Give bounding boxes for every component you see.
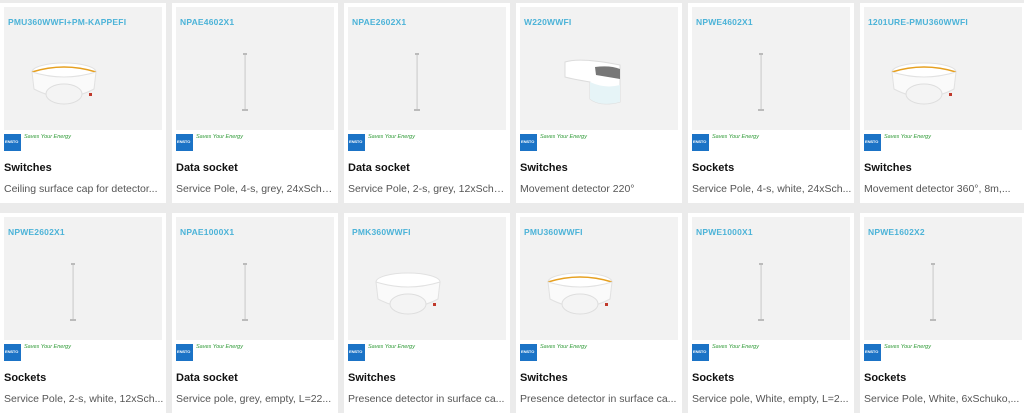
brand-slogan: Saves Your Energy bbox=[368, 344, 415, 350]
brand-slogan: Saves Your Energy bbox=[540, 344, 587, 350]
product-thumbnail[interactable]: NPWE4602X1 bbox=[692, 7, 850, 130]
product-card[interactable]: NPWE4602X1 ENSTO Saves Your Energy Sockets S… bbox=[688, 3, 854, 203]
product-thumbnail[interactable]: NPWE1000X1 bbox=[692, 217, 850, 340]
ensto-logo-text: ENSTO bbox=[693, 139, 707, 144]
product-category: Data socket bbox=[176, 372, 238, 384]
ensto-logo: ENSTO bbox=[520, 134, 537, 151]
brand-slogan: Saves Your Energy bbox=[368, 134, 415, 140]
product-card[interactable]: NPAE4602X1 ENSTO Saves Your Energy Data soc… bbox=[172, 3, 338, 203]
product-thumbnail[interactable]: NPWE1602X2 bbox=[864, 217, 1022, 340]
brand-slogan: Saves Your Energy bbox=[24, 134, 71, 140]
ensto-logo: ENSTO bbox=[520, 344, 537, 361]
product-card[interactable]: PMU360WWFI+PM-KAPPEFI ENSTO Saves Your Ene… bbox=[0, 3, 166, 203]
product-code: NPAE2602X1 bbox=[352, 17, 407, 27]
product-category: Switches bbox=[864, 162, 912, 174]
brand-slogan: Saves Your Energy bbox=[712, 344, 759, 350]
product-description: Service pole, White, empty, L=2... bbox=[692, 393, 849, 405]
product-code: W220WWFI bbox=[524, 17, 572, 27]
product-description: Service Pole, White, 6xSchuko,... bbox=[864, 393, 1020, 405]
brand-slogan: Saves Your Energy bbox=[196, 134, 243, 140]
brand-slogan: Saves Your Energy bbox=[24, 344, 71, 350]
product-description: Service Pole, 4-s, white, 24xSch... bbox=[692, 183, 852, 195]
ensto-logo: ENSTO bbox=[692, 344, 709, 361]
product-thumbnail[interactable]: PMU360WWFI bbox=[520, 217, 678, 340]
product-thumbnail[interactable]: NPAE1000X1 bbox=[176, 217, 334, 340]
ensto-logo-text: ENSTO bbox=[5, 139, 19, 144]
product-category: Switches bbox=[348, 372, 396, 384]
product-description: Movement detector 220° bbox=[520, 183, 635, 195]
product-code: NPWE2602X1 bbox=[8, 227, 65, 237]
product-thumbnail[interactable]: PMU360WWFI+PM-KAPPEFI bbox=[4, 7, 162, 130]
product-category: Data socket bbox=[176, 162, 238, 174]
product-grid: PMU360WWFI+PM-KAPPEFI ENSTO Saves Your Ene… bbox=[0, 0, 1024, 413]
product-card[interactable]: NPWE1000X1 ENSTO Saves Your Energy Sockets S… bbox=[688, 213, 854, 413]
ensto-logo-text: ENSTO bbox=[349, 349, 363, 354]
ensto-logo-text: ENSTO bbox=[521, 139, 535, 144]
product-code: PMU360WWFI bbox=[524, 227, 583, 237]
product-code: PMU360WWFI+PM-KAPPEFI bbox=[8, 17, 127, 27]
product-category: Sockets bbox=[4, 372, 47, 384]
product-code: NPAE1000X1 bbox=[180, 227, 235, 237]
ensto-logo: ENSTO bbox=[864, 134, 881, 151]
product-code: 1201URE-PMU360WWFI bbox=[868, 17, 968, 27]
product-category: Switches bbox=[4, 162, 52, 174]
product-card[interactable]: NPWE1602X2 ENSTO Saves Your Energy Sockets S… bbox=[860, 213, 1024, 413]
ensto-logo: ENSTO bbox=[348, 344, 365, 361]
ensto-logo: ENSTO bbox=[864, 344, 881, 361]
ensto-logo-text: ENSTO bbox=[349, 139, 363, 144]
product-card[interactable]: NPAE2602X1 ENSTO Saves Your Energy Data soc… bbox=[344, 3, 510, 203]
product-description: Presence detector in surface ca... bbox=[520, 393, 677, 405]
ensto-logo-text: ENSTO bbox=[177, 139, 191, 144]
product-description: Service Pole, 2-s, white, 12xSch... bbox=[4, 393, 164, 405]
product-category: Sockets bbox=[864, 372, 907, 384]
product-card[interactable]: NPAE1000X1 ENSTO Saves Your Energy Data soc… bbox=[172, 213, 338, 413]
product-thumbnail[interactable]: NPAE2602X1 bbox=[348, 7, 506, 130]
product-category: Switches bbox=[520, 162, 568, 174]
product-category: Data socket bbox=[348, 162, 410, 174]
product-card[interactable]: PMU360WWFI ENSTO Saves Your Energy Switches… bbox=[516, 213, 682, 413]
product-thumbnail[interactable]: PMK360WWFI bbox=[348, 217, 506, 340]
ensto-logo: ENSTO bbox=[4, 344, 21, 361]
product-code: NPWE1000X1 bbox=[696, 227, 753, 237]
product-card[interactable]: PMK360WWFI ENSTO Saves Your Energy Switches… bbox=[344, 213, 510, 413]
product-code: PMK360WWFI bbox=[352, 227, 411, 237]
ensto-logo: ENSTO bbox=[692, 134, 709, 151]
brand-slogan: Saves Your Energy bbox=[884, 134, 931, 140]
product-thumbnail[interactable]: 1201URE-PMU360WWFI bbox=[864, 7, 1022, 130]
product-category: Switches bbox=[520, 372, 568, 384]
product-description: Service Pole, 2-s, grey, 12xSchu... bbox=[348, 183, 508, 195]
ensto-logo-text: ENSTO bbox=[865, 139, 879, 144]
ensto-logo: ENSTO bbox=[176, 344, 193, 361]
product-description: Ceiling surface cap for detector... bbox=[4, 183, 158, 195]
ensto-logo: ENSTO bbox=[348, 134, 365, 151]
product-card[interactable]: W220WWFI ENSTO Saves Your Energy Switches Mo… bbox=[516, 3, 682, 203]
product-description: Movement detector 360°, 8m,... bbox=[864, 183, 1011, 195]
ensto-logo-text: ENSTO bbox=[5, 349, 19, 354]
product-description: Presence detector in surface ca... bbox=[348, 393, 505, 405]
ensto-logo-text: ENSTO bbox=[693, 349, 707, 354]
product-code: NPWE1602X2 bbox=[868, 227, 925, 237]
product-thumbnail[interactable]: W220WWFI bbox=[520, 7, 678, 130]
product-thumbnail[interactable]: NPWE2602X1 bbox=[4, 217, 162, 340]
brand-slogan: Saves Your Energy bbox=[196, 344, 243, 350]
ensto-logo-text: ENSTO bbox=[521, 349, 535, 354]
product-category: Sockets bbox=[692, 162, 735, 174]
ensto-logo-text: ENSTO bbox=[865, 349, 879, 354]
brand-slogan: Saves Your Energy bbox=[712, 134, 759, 140]
ensto-logo: ENSTO bbox=[4, 134, 21, 151]
brand-slogan: Saves Your Energy bbox=[540, 134, 587, 140]
product-description: Service pole, grey, empty, L=22... bbox=[176, 393, 332, 405]
product-card[interactable]: NPWE2602X1 ENSTO Saves Your Energy Sockets S… bbox=[0, 213, 166, 413]
ensto-logo: ENSTO bbox=[176, 134, 193, 151]
product-code: NPWE4602X1 bbox=[696, 17, 753, 27]
product-description: Service Pole, 4-s, grey, 24xSchu... bbox=[176, 183, 336, 195]
product-thumbnail[interactable]: NPAE4602X1 bbox=[176, 7, 334, 130]
product-category: Sockets bbox=[692, 372, 735, 384]
ensto-logo-text: ENSTO bbox=[177, 349, 191, 354]
product-card[interactable]: 1201URE-PMU360WWFI ENSTO Saves Your Energy… bbox=[860, 3, 1024, 203]
brand-slogan: Saves Your Energy bbox=[884, 344, 931, 350]
product-code: NPAE4602X1 bbox=[180, 17, 235, 27]
